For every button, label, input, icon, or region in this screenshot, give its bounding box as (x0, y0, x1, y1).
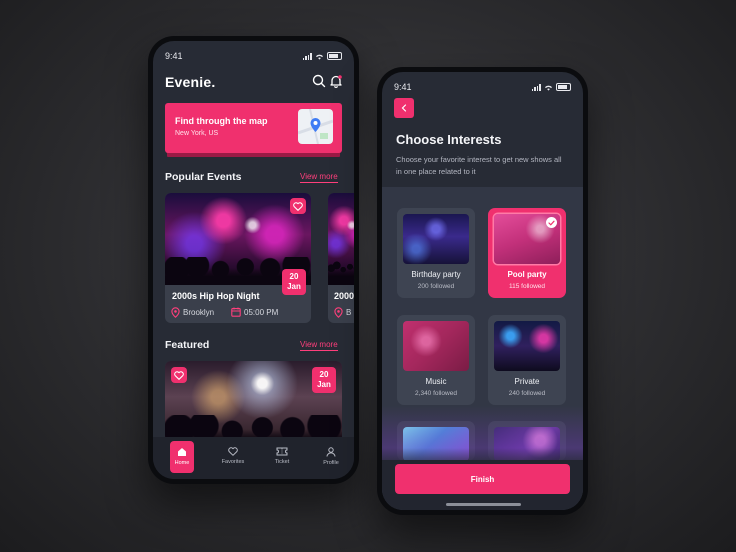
interest-followed-count: 240 followed (508, 390, 546, 397)
interest-label: Pool party (507, 270, 547, 279)
event-name: 2000s Hip Hop Night (172, 291, 260, 301)
event-card[interactable]: 20 Jan 2000s Hip Hop Night Brooklyn 05:0… (165, 193, 311, 323)
location-pin-icon (171, 307, 180, 318)
finish-button[interactable]: Finish (395, 464, 570, 494)
interest-followed-count: 115 followed (508, 283, 546, 290)
page-title: Choose Interests (396, 132, 502, 147)
event-location: Brooklyn (171, 307, 214, 318)
event-name: 2000 (334, 291, 354, 301)
tab-ticket[interactable]: Ticket (270, 441, 294, 473)
event-month: Jan (287, 282, 301, 291)
event-card[interactable]: 2000 B (328, 193, 354, 323)
heart-icon (228, 447, 238, 456)
home-indicator (446, 503, 521, 506)
interest-card-music[interactable]: Music 2,340 followed (397, 315, 475, 405)
bottom-action-bar: Finish (382, 460, 583, 510)
tab-home-label: Home (174, 460, 190, 466)
battery-icon (556, 83, 571, 91)
selected-check-icon (546, 217, 557, 228)
interest-label: Private (514, 377, 540, 386)
search-icon[interactable] (312, 74, 326, 88)
map-card-location: New York, US (175, 130, 219, 137)
interests-phone: 9:41 Choose Interests Choose your favori… (377, 67, 588, 515)
location-pin-icon (334, 307, 343, 318)
interest-image (494, 321, 560, 371)
interest-followed-count: 2,340 followed (415, 390, 457, 397)
brand-logo: Evenie. (165, 74, 216, 90)
favorite-heart-icon[interactable] (290, 198, 306, 214)
event-location-text: Brooklyn (183, 308, 215, 317)
page-description: Choose your favorite interest to get new… (396, 155, 562, 176)
event-time-text: 05:00 PM (244, 307, 279, 317)
map-card-title: Find through the map (175, 116, 268, 126)
scroll-fade (382, 406, 583, 466)
bottom-tab-bar: Home Favorites Ticket Profile (153, 437, 354, 479)
chevron-left-icon (401, 104, 407, 112)
popular-events-title: Popular Events (165, 171, 242, 183)
calendar-icon (231, 307, 241, 317)
event-month: Jan (317, 380, 331, 389)
interest-card-private[interactable]: Private 240 followed (488, 315, 566, 405)
featured-title: Featured (165, 339, 210, 351)
back-button[interactable] (394, 98, 414, 118)
interest-label: Music (425, 377, 447, 386)
map-search-card[interactable]: Find through the map New York, US (165, 103, 342, 153)
tab-ticket-label: Ticket (274, 459, 290, 465)
user-icon (326, 447, 336, 457)
ticket-icon (276, 447, 288, 456)
favorite-heart-icon[interactable] (171, 367, 187, 383)
event-location: B (334, 307, 351, 318)
status-bar: 9:41 (165, 50, 342, 62)
signal-icon (531, 83, 541, 91)
status-icons (531, 83, 571, 91)
interests-screen: 9:41 Choose Interests Choose your favori… (382, 72, 583, 510)
event-time: 05:00 PM (231, 307, 278, 317)
signal-icon (302, 52, 312, 60)
status-bar: 9:41 (394, 81, 571, 93)
wifi-icon (316, 54, 323, 60)
interest-card-birthday-party[interactable]: Birthday party 200 followed (397, 208, 475, 298)
event-location-text: B (346, 308, 352, 317)
tab-profile[interactable]: Profile (319, 441, 343, 473)
interest-image (403, 214, 469, 264)
status-icons (302, 52, 342, 60)
tab-home[interactable]: Home (170, 441, 194, 473)
status-time: 9:41 (165, 51, 183, 61)
event-image (328, 193, 354, 285)
popular-view-more-link[interactable]: View more (300, 172, 338, 183)
event-date-badge: 20 Jan (312, 367, 336, 393)
bell-icon[interactable] (329, 74, 343, 88)
interest-card-pool-party[interactable]: Pool party 115 followed (488, 208, 566, 298)
battery-icon (327, 52, 342, 60)
tab-profile-label: Profile (323, 460, 339, 466)
tab-favorites[interactable]: Favorites (221, 441, 245, 473)
tab-favorites-label: Favorites (221, 459, 245, 465)
home-phone: 9:41 Evenie. Find through the map New Yo… (148, 36, 359, 484)
map-thumbnail (298, 109, 333, 144)
home-icon (178, 448, 186, 456)
event-day: 20 (289, 272, 299, 281)
event-date-badge: 20 Jan (282, 269, 306, 295)
interest-label: Birthday party (411, 270, 461, 279)
featured-view-more-link[interactable]: View more (300, 340, 338, 351)
interest-followed-count: 200 followed (417, 283, 455, 290)
home-screen: 9:41 Evenie. Find through the map New Yo… (153, 41, 354, 479)
interest-image (403, 321, 469, 371)
event-day: 20 (319, 370, 329, 379)
status-time: 9:41 (394, 82, 412, 92)
wifi-icon (545, 85, 552, 91)
map-pin-icon (298, 109, 333, 144)
